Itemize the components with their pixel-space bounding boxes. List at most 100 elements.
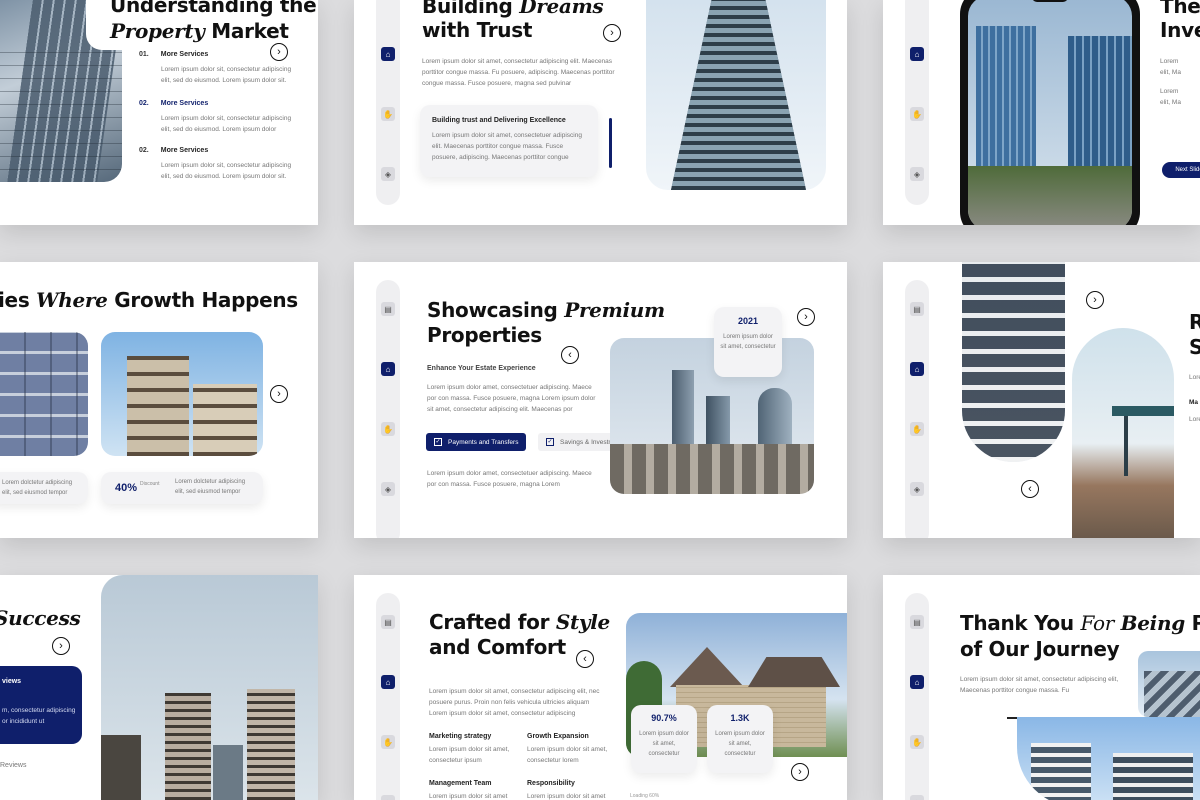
footer-label: Reviews bbox=[0, 762, 27, 769]
building-photo bbox=[0, 332, 88, 456]
slide-property-market[interactable]: Understanding the Property Market › 01. M… bbox=[0, 0, 318, 225]
slide-style-comfort[interactable]: ▤ ⌂ ✋ ◈ Crafted for Style and Comfort ‹ … bbox=[354, 575, 847, 800]
item-text: elit, sed do eiusmod. Lorem ipsum dolor … bbox=[161, 173, 287, 180]
hand-icon[interactable]: ✋ bbox=[910, 107, 924, 121]
arrow-right-icon[interactable]: › bbox=[52, 637, 70, 655]
hand-icon[interactable]: ✋ bbox=[910, 735, 924, 749]
hand-icon[interactable]: ✋ bbox=[381, 422, 395, 436]
feature-item: Responsibility Lorem ipsum dolor sit ame… bbox=[527, 780, 617, 800]
arrow-right-icon[interactable]: › bbox=[270, 385, 288, 403]
discount-value: 40% bbox=[115, 482, 138, 494]
arrow-right-icon[interactable]: › bbox=[791, 763, 809, 781]
slide-residential[interactable]: ▤ ⌂ ✋ ◈ › ‹ RS Lorem Ma Lorem bbox=[883, 262, 1200, 538]
tower-photo bbox=[646, 0, 826, 190]
feature-item: Marketing strategy Lorem ipsum dolor sit… bbox=[429, 733, 519, 766]
cube-icon[interactable]: ◈ bbox=[910, 482, 924, 496]
slide-success[interactable]: Success › views m, consectetur adipiscin… bbox=[0, 575, 318, 800]
feature-item: Growth Expansion Lorem ipsum dolor sit a… bbox=[527, 733, 617, 766]
building-photo bbox=[1138, 651, 1200, 717]
document-icon[interactable]: ▤ bbox=[381, 615, 395, 629]
feature-item: Management Team Lorem ipsum dolor sit am… bbox=[429, 780, 519, 800]
arrow-left-icon[interactable]: ‹ bbox=[561, 346, 579, 364]
cube-icon[interactable]: ◈ bbox=[910, 167, 924, 181]
side-rail: ▤ ⌂ ✋ ◈ bbox=[905, 280, 929, 538]
card-text: Lorem dolctetur adipiscing elit, sed eiu… bbox=[2, 480, 73, 496]
hand-icon[interactable]: ✋ bbox=[910, 422, 924, 436]
next-slide-button[interactable]: Next Slide bbox=[1162, 162, 1200, 178]
slide-building-dreams[interactable]: ⌂ ✋ ◈ Building Dreams with Trust › Lorem… bbox=[354, 0, 847, 225]
accent-bar bbox=[609, 118, 612, 168]
year-text: Lorem ipsum dolor sit amet, consectetur bbox=[720, 334, 776, 350]
trust-card: Building trust and Delivering Excellence… bbox=[420, 105, 598, 177]
year-card: 2021 Lorem ipsum dolor sit amet, consect… bbox=[714, 307, 782, 377]
skyline-photo bbox=[101, 575, 318, 800]
phone-frame bbox=[960, 0, 1140, 225]
city-photo bbox=[610, 338, 814, 494]
item-label: More Services bbox=[160, 100, 209, 107]
info-card: Lorem dolctetur adipiscing elit, sed eiu… bbox=[0, 472, 88, 504]
body-paragraph: Lorem ipsum dolor amet, consectetuer adi… bbox=[427, 470, 592, 488]
document-icon[interactable]: ▤ bbox=[910, 615, 924, 629]
home-icon[interactable]: ⌂ bbox=[381, 47, 395, 61]
feature-label: Marketing strategy bbox=[429, 733, 492, 740]
cube-icon[interactable]: ◈ bbox=[381, 795, 395, 800]
side-text: Lorem elit, Ma Lorem elit, Ma bbox=[1160, 58, 1181, 106]
body-paragraph: Lorem ipsum dolor amet, consectetuer adi… bbox=[427, 384, 596, 413]
item-text: Lorem ipsum dolor sit, consectetur adipi… bbox=[161, 115, 292, 122]
arrow-left-icon[interactable]: ‹ bbox=[576, 650, 594, 668]
document-icon[interactable]: ▤ bbox=[381, 302, 395, 316]
apartments-photo bbox=[1017, 717, 1200, 800]
building-photo bbox=[962, 262, 1065, 462]
page-title: RS bbox=[1189, 310, 1200, 359]
cube-icon[interactable]: ◈ bbox=[381, 482, 395, 496]
home-icon[interactable]: ⌂ bbox=[381, 675, 395, 689]
side-text: Lorem Ma Lorem bbox=[1189, 374, 1200, 423]
item-text: Lorem ipsum dolor sit, consectetur adipi… bbox=[161, 162, 292, 169]
side-rail: ▤ ⌂ ✋ ◈ bbox=[376, 280, 400, 538]
hand-icon[interactable]: ✋ bbox=[381, 107, 395, 121]
side-rail: ▤ ⌂ ✋ ◈ bbox=[905, 593, 929, 800]
body-paragraph: Lorem ipsum dolor sit amet, consectetur … bbox=[960, 676, 1119, 694]
arrow-left-icon[interactable]: ‹ bbox=[1021, 480, 1039, 498]
slide-growth[interactable]: ies Where Growth Happens › Lorem dolctet… bbox=[0, 262, 318, 538]
slide-investment[interactable]: ⌂ ✋ ◈ TheInve Loremelit, Ma Loremelit, M… bbox=[883, 0, 1200, 225]
stat-value: 90.7% bbox=[651, 713, 677, 723]
stat-card: 90.7% Lorem ipsum dolor sit amet, consec… bbox=[631, 705, 697, 773]
page-title: Building Dreams with Trust bbox=[422, 0, 604, 42]
side-rail: ▤ ⌂ ✋ ◈ bbox=[376, 593, 400, 800]
arrow-right-icon[interactable]: › bbox=[1086, 291, 1104, 309]
page-title: ies Where Growth Happens bbox=[0, 288, 298, 312]
item-text: Lorem ipsum dolor sit, consectetur adipi… bbox=[161, 66, 292, 73]
home-icon[interactable]: ⌂ bbox=[381, 362, 395, 376]
chip-label: Payments and Transfers bbox=[448, 438, 519, 446]
reviews-card: views m, consectetur adipiscing or incid… bbox=[0, 666, 82, 744]
service-item: 01. More Services Lorem ipsum dolor sit, … bbox=[139, 51, 299, 86]
home-icon[interactable]: ⌂ bbox=[910, 675, 924, 689]
subtitle: Enhance Your Estate Experience bbox=[427, 365, 536, 372]
skyline-photo bbox=[1072, 328, 1174, 538]
item-label: More Services bbox=[160, 51, 209, 58]
payments-transfers-chip[interactable]: ✓ Payments and Transfers bbox=[426, 433, 527, 451]
item-number: 01. bbox=[139, 51, 149, 58]
arrow-right-icon[interactable]: › bbox=[797, 308, 815, 326]
slide-thank-you[interactable]: ▤ ⌂ ✋ ◈ Thank You For Being P of Our Jou… bbox=[883, 575, 1200, 800]
cube-icon[interactable]: ◈ bbox=[910, 795, 924, 800]
cube-icon[interactable]: ◈ bbox=[381, 167, 395, 181]
document-icon[interactable]: ▤ bbox=[910, 302, 924, 316]
item-text: elit, sed do eiusmod. Lorem ipsum dolor bbox=[161, 126, 277, 133]
body-paragraph: Lorem ipsum dolor sit amet, consectetur … bbox=[422, 58, 615, 87]
loading-label: Loading 60% bbox=[630, 793, 660, 799]
feature-label: Growth Expansion bbox=[527, 733, 589, 740]
home-icon[interactable]: ⌂ bbox=[910, 47, 924, 61]
card-text: Lorem dolctetur adipiscing elit, sed eiu… bbox=[175, 479, 246, 495]
home-icon[interactable]: ⌂ bbox=[910, 362, 924, 376]
feature-label: Responsibility bbox=[527, 780, 575, 787]
hand-icon[interactable]: ✋ bbox=[381, 735, 395, 749]
discount-label: Discount bbox=[140, 481, 160, 487]
side-rail: ⌂ ✋ ◈ bbox=[376, 0, 400, 205]
arrow-right-icon[interactable]: › bbox=[603, 24, 621, 42]
slide-premium-properties[interactable]: ▤ ⌂ ✋ ◈ Showcasing Premium Properties En… bbox=[354, 262, 847, 538]
side-rail: ⌂ ✋ ◈ bbox=[905, 0, 929, 205]
building-photo bbox=[101, 332, 263, 456]
item-text: elit, sed do eiusmod. Lorem ipsum dolor … bbox=[161, 77, 287, 84]
